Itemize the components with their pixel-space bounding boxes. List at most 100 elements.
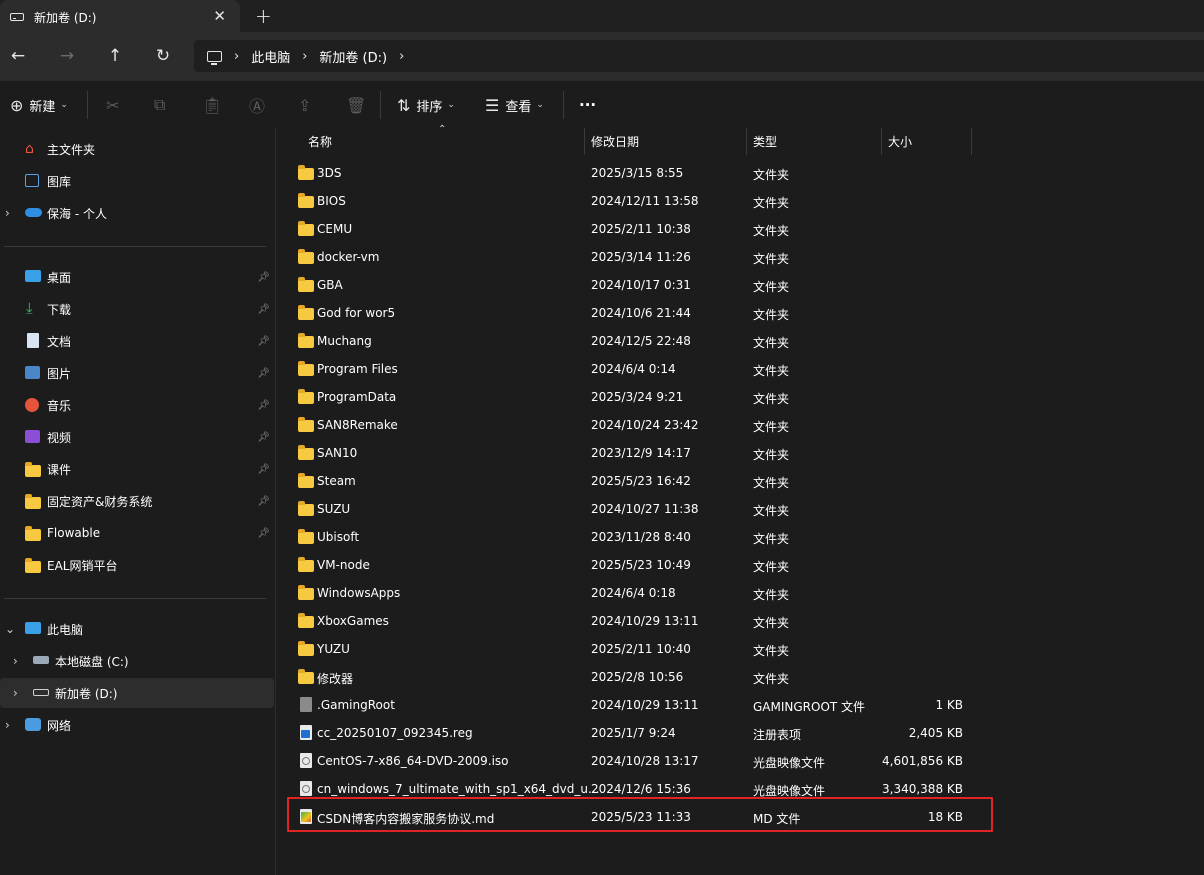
file-row[interactable]: SUZU 2024/10/27 11:38 文件夹 (290, 495, 970, 523)
chevron-down-icon: ⌄ (447, 100, 455, 110)
file-row[interactable]: 3DS 2025/3/15 8:55 文件夹 (290, 159, 970, 187)
breadcrumb-drive-d[interactable]: 新加卷 (D:) (319, 47, 387, 66)
highlight-annotation (287, 797, 993, 832)
delete-button[interactable]: 🗑︎ (346, 81, 366, 129)
pc-icon (25, 622, 41, 634)
pin-icon[interactable]: 📌︎ (257, 400, 270, 411)
breadcrumb-separator-icon[interactable]: › (234, 49, 239, 64)
chevron-right-icon[interactable]: › (5, 718, 10, 732)
sidebar-item-eal[interactable]: EAL网销平台 (0, 550, 274, 580)
column-header-size[interactable]: 大小 (882, 128, 971, 155)
column-divider[interactable] (971, 128, 972, 155)
chevron-right-icon[interactable]: › (13, 654, 18, 668)
view-button-label: 查看 (505, 99, 532, 115)
sidebar-item-courseware[interactable]: 课件 📌︎ (0, 454, 274, 484)
file-row[interactable]: Ubisoft 2023/11/28 8:40 文件夹 (290, 523, 970, 551)
breadcrumb-separator-icon[interactable]: › (302, 49, 307, 64)
file-row[interactable]: SAN8Remake 2024/10/24 23:42 文件夹 (290, 411, 970, 439)
clipboard-icon: 📋︎ (202, 95, 223, 115)
sidebar-item-documents[interactable]: 文档 📌︎ (0, 326, 274, 356)
view-button[interactable]: ☰ 查看 ⌄ (485, 81, 544, 129)
file-row[interactable]: God for wor5 2024/10/6 21:44 文件夹 (290, 299, 970, 327)
file-row[interactable]: XboxGames 2024/10/29 13:11 文件夹 (290, 607, 970, 635)
paste-button[interactable]: 📋︎ (202, 81, 222, 129)
file-row[interactable]: .GamingRoot 2024/10/29 13:11 GAMINGROOT 文件… (290, 691, 970, 719)
pin-icon[interactable]: 📌︎ (257, 368, 270, 379)
file-row[interactable]: VM-node 2025/5/23 10:49 文件夹 (290, 551, 970, 579)
pin-icon[interactable]: 📌︎ (257, 464, 270, 475)
forward-button[interactable]: → (54, 44, 80, 68)
file-row[interactable]: Muchang 2024/12/5 22:48 文件夹 (290, 327, 970, 355)
chevron-down-icon[interactable]: ⌄ (5, 622, 15, 636)
close-tab-icon[interactable]: ✕ (213, 8, 226, 24)
file-row[interactable]: ProgramData 2025/3/24 9:21 文件夹 (290, 383, 970, 411)
column-header-type[interactable]: 类型 (747, 128, 881, 155)
sidebar-item-gallery[interactable]: 图库 (0, 166, 274, 196)
file-type: 文件夹 (753, 644, 790, 658)
sidebar-item-onedrive[interactable]: › 保海 - 个人 (0, 198, 274, 228)
sidebar-item-network[interactable]: › 网络 (0, 710, 274, 740)
file-type: 文件夹 (753, 504, 790, 518)
refresh-button[interactable]: ↻ (150, 44, 176, 68)
chevron-right-icon[interactable]: › (5, 206, 10, 220)
back-button[interactable]: ← (5, 44, 31, 68)
pin-icon[interactable]: 📌︎ (257, 336, 270, 347)
sidebar-item-home[interactable]: ⌂ 主文件夹 (0, 134, 274, 164)
sidebar-item-music[interactable]: 音乐 📌︎ (0, 390, 274, 420)
new-button[interactable]: ⊕ 新建 ⌄ (10, 81, 68, 129)
sidebar-item-label: 下载 (47, 302, 72, 317)
sidebar-item-this-pc[interactable]: ⌄ 此电脑 (0, 614, 274, 644)
tab-drive-d[interactable]: 新加卷 (D:) ✕ (0, 0, 240, 34)
toolbar-divider (563, 91, 564, 119)
file-name: Muchang (317, 334, 372, 348)
pin-icon[interactable]: 📌︎ (257, 496, 270, 507)
pin-icon[interactable]: 📌︎ (257, 432, 270, 443)
share-button[interactable]: ⇪ (298, 81, 311, 129)
file-row[interactable]: Program Files 2024/6/4 0:14 文件夹 (290, 355, 970, 383)
address-bar[interactable]: › 此电脑 › 新加卷 (D:) › (194, 40, 1204, 72)
pin-icon[interactable]: 📌︎ (257, 272, 270, 283)
sidebar-item-label: 保海 - 个人 (47, 206, 107, 221)
file-row[interactable]: cc_20250107_092345.reg 2025/1/7 9:24 注册表项 2… (290, 719, 970, 747)
chevron-right-icon[interactable]: › (13, 686, 18, 700)
column-header-name[interactable]: 名称 (302, 128, 584, 155)
sort-button[interactable]: ⇅ 排序 ⌄ (397, 81, 455, 129)
file-date: 2024/10/27 11:38 (591, 502, 699, 516)
sidebar-item-drive-c[interactable]: › 本地磁盘 (C:) (0, 646, 274, 676)
cut-button[interactable]: ✂ (106, 81, 119, 129)
file-type: 文件夹 (753, 280, 790, 294)
file-row[interactable]: CEMU 2025/2/11 10:38 文件夹 (290, 215, 970, 243)
more-options-button[interactable]: ··· (579, 81, 596, 129)
file-row[interactable]: GBA 2024/10/17 0:31 文件夹 (290, 271, 970, 299)
breadcrumb-this-pc[interactable]: 此电脑 (251, 47, 290, 66)
sidebar-item-pictures[interactable]: 图片 📌︎ (0, 358, 274, 388)
sidebar-item-downloads[interactable]: ⤓ 下载 📌︎ (0, 294, 274, 324)
file-row[interactable]: Steam 2025/5/23 16:42 文件夹 (290, 467, 970, 495)
file-row[interactable]: 修改器 2025/2/8 10:56 文件夹 (290, 663, 970, 691)
folder-icon (298, 529, 314, 544)
file-name: Ubisoft (317, 530, 360, 544)
file-date: 2024/10/24 23:42 (591, 418, 699, 432)
sidebar-item-assets-finance[interactable]: 固定资产&财务系统 📌︎ (0, 486, 274, 516)
column-header-date[interactable]: 修改日期 (585, 128, 746, 155)
file-row[interactable]: BIOS 2024/12/11 13:58 文件夹 (290, 187, 970, 215)
breadcrumb-separator-icon[interactable]: › (399, 49, 404, 64)
file-row[interactable]: SAN10 2023/12/9 14:17 文件夹 (290, 439, 970, 467)
rename-button[interactable]: Ⓐ (249, 81, 265, 129)
copy-button[interactable]: ⧉ (154, 81, 165, 129)
sidebar-item-desktop[interactable]: 桌面 📌︎ (0, 262, 274, 292)
file-row[interactable]: CentOS-7-x86_64-DVD-2009.iso 2024/10/28 1… (290, 747, 970, 775)
file-date: 2025/2/11 10:40 (591, 642, 691, 656)
pin-icon[interactable]: 📌︎ (257, 304, 270, 315)
up-button[interactable]: ↑ (102, 44, 128, 68)
chevron-down-icon: ⌄ (536, 100, 544, 110)
file-row[interactable]: WindowsApps 2024/6/4 0:18 文件夹 (290, 579, 970, 607)
sidebar-item-flowable[interactable]: Flowable 📌︎ (0, 518, 274, 548)
sidebar-item-drive-d[interactable]: › 新加卷 (D:) (0, 678, 274, 708)
pin-icon[interactable]: 📌︎ (257, 528, 270, 539)
file-row[interactable]: docker-vm 2025/3/14 11:26 文件夹 (290, 243, 970, 271)
network-icon (25, 718, 41, 731)
sidebar-item-videos[interactable]: 视频 📌︎ (0, 422, 274, 452)
file-row[interactable]: YUZU 2025/2/11 10:40 文件夹 (290, 635, 970, 663)
new-tab-button[interactable]: + (255, 5, 272, 27)
